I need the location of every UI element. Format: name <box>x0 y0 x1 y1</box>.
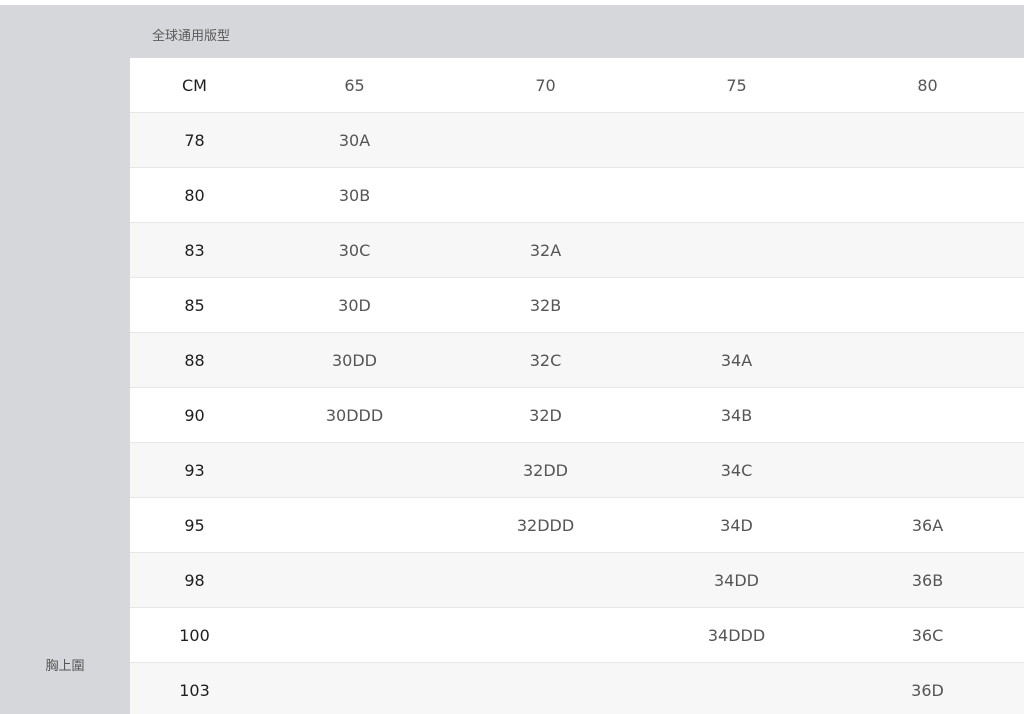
row-key-cell: 100 <box>179 625 210 645</box>
size-cell: 36A <box>911 515 944 535</box>
table-row: 83 30C 32A <box>130 223 1024 278</box>
size-cell: 36D <box>911 680 944 700</box>
row-key-cell: 78 <box>184 130 205 150</box>
column-header-70: 70 <box>535 75 556 95</box>
column-header-65: 65 <box>344 75 365 95</box>
table-header-row: CM 65 70 75 80 <box>130 58 1024 113</box>
size-cell: 30B <box>338 185 371 205</box>
size-cell: 34B <box>720 405 753 425</box>
size-cell: 34A <box>720 350 753 370</box>
row-key-cell: 95 <box>184 515 205 535</box>
row-key-cell: 83 <box>184 240 205 260</box>
row-key-cell: 90 <box>184 405 205 425</box>
header-title: 全球通用版型 <box>152 29 231 44</box>
size-cell: 32D <box>529 405 562 425</box>
size-cell: 34C <box>720 460 753 480</box>
column-header-80: 80 <box>917 75 938 95</box>
column-header-75: 75 <box>726 75 747 95</box>
table-row: 98 34DD 36B <box>130 553 1024 608</box>
size-cell: 32DDD <box>516 515 575 535</box>
table-header-band: 全球通用版型 <box>130 5 1024 58</box>
size-chart-page: 胸上圍 全球通用版型 CM 65 70 75 80 78 30A 80 30B … <box>0 0 1024 714</box>
table-row: 85 30D 32B <box>130 278 1024 333</box>
size-cell: 34DD <box>714 570 759 590</box>
size-cell: 36C <box>911 625 944 645</box>
row-key-cell: 88 <box>184 350 205 370</box>
size-cell: 30DDD <box>325 405 384 425</box>
table-row: 103 36D <box>130 663 1024 714</box>
side-label-chest: 胸上圍 <box>45 659 85 674</box>
table-row: 78 30A <box>130 113 1024 168</box>
size-cell: 32DD <box>523 460 568 480</box>
table-row: 95 32DDD 34D 36A <box>130 498 1024 553</box>
table-row: 93 32DD 34C <box>130 443 1024 498</box>
table-row: 100 34DDD 36C <box>130 608 1024 663</box>
table-row: 80 30B <box>130 168 1024 223</box>
table-row: 90 30DDD 32D 34B <box>130 388 1024 443</box>
row-key-cell: 103 <box>179 680 210 700</box>
size-cell: 36B <box>911 570 944 590</box>
row-key-cell: 98 <box>184 570 205 590</box>
size-cell: 34DDD <box>707 625 766 645</box>
size-cell: 34D <box>720 515 753 535</box>
size-cell: 30DD <box>332 350 377 370</box>
size-cell: 32B <box>529 295 562 315</box>
size-cell: 32A <box>529 240 562 260</box>
table-row: 88 30DD 32C 34A <box>130 333 1024 388</box>
column-header-cm: CM <box>182 75 207 95</box>
row-key-cell: 85 <box>184 295 205 315</box>
left-label-column: 胸上圍 <box>0 5 130 714</box>
size-cell: 30A <box>338 130 371 150</box>
size-cell: 32C <box>529 350 562 370</box>
row-key-cell: 80 <box>184 185 205 205</box>
row-key-cell: 93 <box>184 460 205 480</box>
size-table: CM 65 70 75 80 78 30A 80 30B 83 30C 32A <box>130 58 1024 714</box>
size-cell: 30C <box>338 240 371 260</box>
size-cell: 30D <box>338 295 371 315</box>
